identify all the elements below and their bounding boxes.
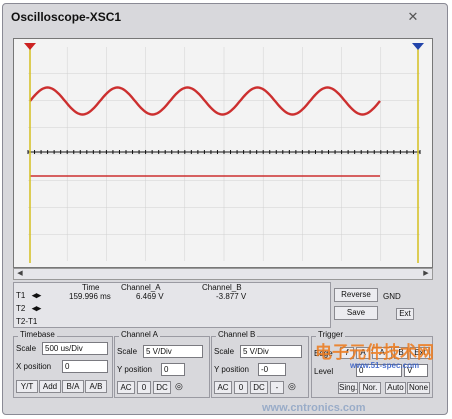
- t1-label: T1: [16, 291, 26, 300]
- channel-a-group: Channel A Scale 5 V/Div Y position 0 AC …: [114, 330, 210, 398]
- trigger-level-unit[interactable]: V: [404, 364, 428, 377]
- channel-a-ypos-label: Y position: [117, 365, 152, 374]
- gnd-label: GND: [383, 292, 401, 301]
- t2-t1-label: T2-T1: [16, 317, 38, 326]
- channel-b-scale-field[interactable]: 5 V/Div: [240, 345, 302, 358]
- channel-b-zero-button[interactable]: 0: [234, 381, 248, 394]
- trigger-level-field[interactable]: 0: [356, 364, 402, 377]
- t2-label: T2: [16, 304, 26, 313]
- close-icon[interactable]: ✕: [404, 9, 422, 25]
- mode-ab-button[interactable]: A/B: [85, 380, 107, 393]
- mode-add-button[interactable]: Add: [39, 380, 61, 393]
- mode-yt-button[interactable]: Y/T: [16, 380, 38, 393]
- t1-channel-b-value: -3.877 V: [216, 292, 247, 301]
- channel-a-scale-field[interactable]: 5 V/Div: [143, 345, 203, 358]
- channel-a-zero-button[interactable]: 0: [137, 381, 151, 394]
- channel-a-coupling-radio-icon[interactable]: ◎: [175, 381, 183, 392]
- readout-col-channel-a: Channel_A: [121, 283, 161, 292]
- channel-b-ac-button[interactable]: AC: [214, 381, 232, 394]
- mode-ba-button[interactable]: B/A: [62, 380, 84, 393]
- cursor-t2-marker-icon: [412, 43, 424, 50]
- reverse-button[interactable]: Reverse: [334, 288, 378, 302]
- channel-b-dc-button[interactable]: DC: [250, 381, 268, 394]
- cursor-readout-panel: Time Channel_A Channel_B T1 ◂▸ 159.996 m…: [13, 282, 331, 328]
- timebase-title: Timebase: [18, 330, 57, 339]
- timebase-scale-field[interactable]: 500 us/Div: [42, 342, 108, 355]
- trigger-single-button[interactable]: Sing.: [338, 382, 358, 394]
- t1-time-value: 159.996 ms: [69, 292, 111, 301]
- trigger-none-button[interactable]: None: [407, 382, 430, 394]
- trigger-edge-falling-button[interactable]: A: [356, 347, 370, 359]
- timebase-scale-label: Scale: [16, 344, 37, 353]
- trigger-auto-button[interactable]: Auto: [385, 382, 406, 394]
- channel-a-ac-button[interactable]: AC: [117, 381, 135, 394]
- ext-trigger-button[interactable]: Ext: [396, 308, 414, 320]
- channel-b-ypos-field[interactable]: -0: [258, 363, 286, 376]
- channel-a-dc-button[interactable]: DC: [153, 381, 171, 394]
- trigger-source-ext-button[interactable]: Ext: [410, 347, 430, 359]
- scope-display: [24, 43, 424, 263]
- trigger-source-a-button[interactable]: A: [372, 347, 392, 359]
- channel-a-trace: [29, 86, 381, 116]
- x-position-field[interactable]: 0: [62, 360, 108, 373]
- channel-b-title: Channel B: [216, 330, 258, 339]
- channel-b-group: Channel B Scale 5 V/Div Y position -0 AC…: [211, 330, 309, 398]
- x-position-label: X position: [16, 362, 52, 371]
- scroll-right-icon[interactable]: ▶: [420, 269, 432, 279]
- trigger-group: Trigger Edge f A A B Ext Level 0 V Sing.…: [311, 330, 433, 398]
- save-button[interactable]: Save: [334, 306, 378, 320]
- t2-arrows-icon[interactable]: ◂▸: [32, 303, 41, 314]
- channel-b-invert-button[interactable]: -: [270, 381, 284, 394]
- timebase-group: Timebase Scale 500 us/Div X position 0 Y…: [13, 330, 113, 398]
- channel-a-scale-label: Scale: [117, 347, 138, 356]
- trigger-source-b-button[interactable]: B: [394, 347, 408, 359]
- t1-arrows-icon[interactable]: ◂▸: [32, 290, 41, 301]
- scroll-left-icon[interactable]: ◀: [14, 269, 26, 279]
- window-title: Oscilloscope-XSC1: [11, 10, 122, 24]
- trigger-title: Trigger: [316, 330, 346, 339]
- horizontal-scrollbar[interactable]: ◀ ▶: [13, 268, 433, 280]
- trigger-edge-label: Edge: [314, 349, 333, 358]
- trigger-edge-rising-button[interactable]: f: [340, 347, 354, 359]
- t1-channel-a-value: 6.469 V: [136, 292, 164, 301]
- channel-b-ypos-label: Y position: [214, 365, 249, 374]
- trigger-normal-button[interactable]: Nor.: [359, 382, 381, 394]
- cursor-t1-marker-icon: [24, 43, 36, 50]
- trigger-level-label: Level: [314, 367, 334, 376]
- channel-b-scale-label: Scale: [214, 347, 235, 356]
- channel-b-coupling-radio-icon[interactable]: ◎: [288, 381, 296, 392]
- channel-a-ypos-field[interactable]: 0: [161, 363, 185, 376]
- channel-a-title: Channel A: [119, 330, 160, 339]
- readout-col-time: Time: [82, 283, 100, 292]
- readout-col-channel-b: Channel_B: [202, 283, 242, 292]
- scope-screen: [13, 38, 433, 268]
